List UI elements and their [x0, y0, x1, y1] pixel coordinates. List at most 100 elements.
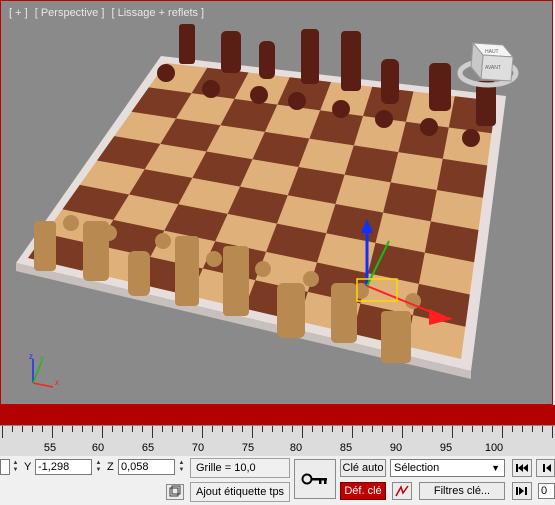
timeline-tick: [292, 426, 293, 432]
timeline-tick: [262, 426, 263, 432]
axis-tripod: z y x: [29, 352, 59, 388]
viewcube[interactable]: HAUT AVANT: [457, 41, 519, 88]
viewport-view-label[interactable]: [ Perspective ]: [35, 7, 105, 19]
timeline-tick: [182, 426, 183, 432]
x-coord-field-partial[interactable]: [0, 459, 10, 475]
x-spinner[interactable]: ▲ ▼: [12, 460, 19, 474]
tangent-curve-icon: [395, 485, 409, 497]
timeline-label: 70: [191, 442, 205, 454]
previous-frame-button[interactable]: [536, 459, 555, 477]
time-slider-track[interactable]: [0, 405, 555, 425]
z-spinner[interactable]: ▲ ▼: [178, 460, 185, 474]
timeline-label: 75: [241, 442, 255, 454]
timeline-tick: [22, 426, 23, 432]
add-time-tag[interactable]: Ajout étiquette tps: [190, 482, 290, 502]
status-bar: ▲ ▼ Y -1,298 ▲ ▼ Z 0,058 ▲ ▼ Grille = 10,0 …: [0, 456, 555, 505]
auto-key-button[interactable]: Clé auto: [340, 459, 386, 477]
timeline-tick: [332, 426, 333, 432]
timeline-label: 60: [91, 442, 105, 454]
timeline-tick: [132, 426, 133, 432]
timeline-tick: [492, 426, 493, 432]
timeline-tick: [62, 426, 63, 432]
time-tag-icon[interactable]: [166, 484, 184, 500]
timeline-tick: [432, 426, 433, 432]
z-coord-field[interactable]: 0,058: [118, 459, 175, 475]
timeline-label: 100: [484, 442, 504, 454]
timeline-tick: [312, 426, 313, 432]
timeline-tick: [372, 426, 373, 432]
timeline-tick: [532, 426, 533, 432]
timeline-tick: [482, 426, 483, 432]
timeline-tick: [512, 426, 513, 432]
timeline-tick: [252, 426, 253, 438]
timeline-tick: [162, 426, 163, 432]
key-filters-button[interactable]: Filtres clé...: [419, 482, 505, 500]
timeline-tick: [102, 426, 103, 438]
timeline-tick: [472, 426, 473, 432]
timeline-tick: [402, 426, 403, 438]
timeline-tick: [422, 426, 423, 432]
timeline-tick: [202, 426, 203, 438]
axis-z-label: z: [29, 352, 33, 361]
selection-set-dropdown[interactable]: Sélection ▼: [390, 459, 505, 477]
timeline-tick: [152, 426, 153, 438]
timeline-tick: [12, 426, 13, 432]
timeline-tick: [462, 426, 463, 432]
key-mode-toggle[interactable]: [512, 482, 532, 500]
key-tangents-button[interactable]: [392, 482, 412, 500]
timeline-tick: [282, 426, 283, 432]
timeline-tick: [122, 426, 123, 432]
selection-value: Sélection: [394, 462, 440, 474]
timeline-label: 95: [439, 442, 453, 454]
y-label: Y: [24, 461, 32, 473]
timeline-tick: [352, 426, 353, 438]
timeline-tick: [92, 426, 93, 432]
viewport-menu-label[interactable]: [ + ]: [9, 7, 28, 19]
timeline-tick: [412, 426, 413, 432]
viewcube-front-label: AVANT: [485, 65, 501, 71]
set-key-button[interactable]: Déf. clé: [340, 482, 386, 500]
grid-text: Grille = 10,0: [196, 462, 256, 474]
timeline-tick: [522, 426, 523, 432]
y-spinner[interactable]: ▲ ▼: [95, 460, 102, 474]
set-key-mode-button[interactable]: [294, 459, 336, 499]
timeline-ruler[interactable]: 55 60 65 70 75 80 85 90 95 100: [0, 425, 555, 457]
timeline-tick: [302, 426, 303, 438]
perspective-viewport[interactable]: HAUT AVANT z y x [ + ] [ Perspective ] […: [0, 0, 553, 405]
timeline-tick: [442, 426, 443, 432]
chess-scene: HAUT AVANT z y x: [16, 24, 519, 388]
go-to-start-icon: [516, 464, 528, 472]
timeline-tick: [222, 426, 223, 432]
timeline-label: 90: [389, 442, 403, 454]
viewport-shading-label[interactable]: [ Lissage + reflets ]: [111, 7, 204, 19]
timeline-tick: [52, 426, 53, 438]
timeline-tick: [552, 426, 553, 438]
axis-y-label: y: [40, 354, 44, 363]
z-label: Z: [107, 461, 114, 473]
timeline-tick: [382, 426, 383, 432]
chevron-down-icon[interactable]: ▼: [491, 460, 500, 476]
current-frame-field[interactable]: 0: [538, 483, 555, 499]
y-coord-field[interactable]: -1,298: [35, 459, 92, 475]
timeline-tick: [172, 426, 173, 432]
go-to-start-button[interactable]: [512, 459, 532, 477]
timeline-tick: [232, 426, 233, 432]
add-time-tag-label: Ajout étiquette tps: [196, 486, 285, 498]
timeline-label: 80: [289, 442, 303, 454]
timeline-tick: [452, 426, 453, 438]
viewport-label[interactable]: [ + ] [ Perspective ] [ Lissage + reflet…: [9, 7, 208, 19]
previous-frame-icon: [542, 464, 551, 472]
timeline-tick: [342, 426, 343, 432]
timeline-tick: [72, 426, 73, 432]
timeline-tick: [2, 426, 3, 438]
key-mode-icon: [516, 487, 527, 495]
timeline-tick: [322, 426, 323, 432]
axis-x-label: x: [55, 378, 59, 387]
timeline-tick: [362, 426, 363, 432]
timeline-tick: [542, 426, 543, 432]
timeline-tick: [142, 426, 143, 432]
timeline-tick: [32, 426, 33, 432]
timeline-tick: [212, 426, 213, 432]
timeline-tick: [82, 426, 83, 432]
timeline-tick: [502, 426, 503, 438]
